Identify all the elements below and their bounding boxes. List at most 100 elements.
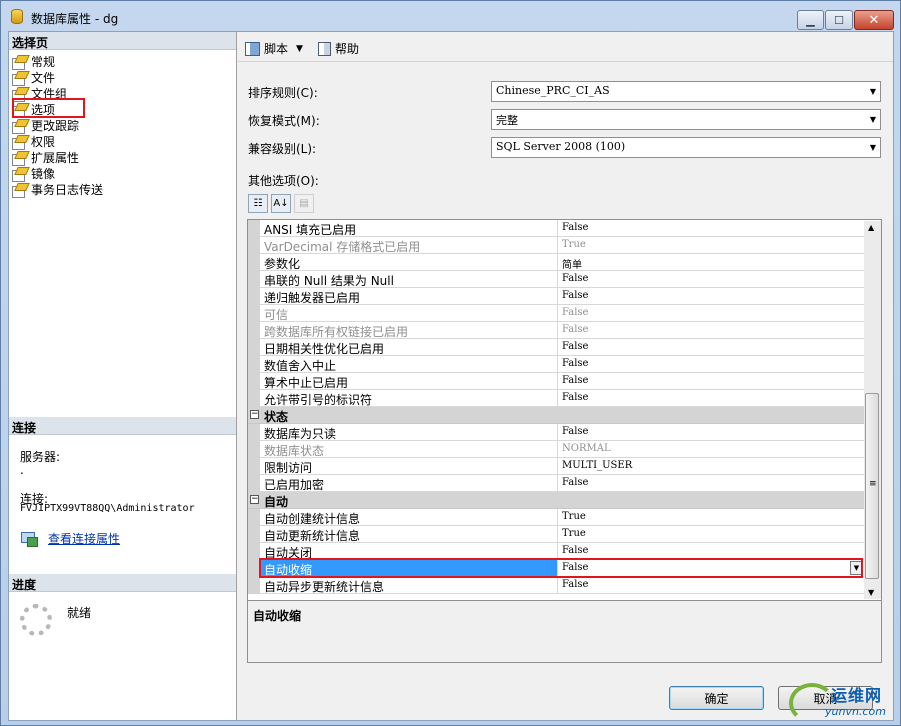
- property-name: 递归触发器已启用: [264, 291, 361, 305]
- property-value-text: False: [562, 273, 589, 284]
- property-row[interactable]: 自动更新统计信息 True: [248, 526, 864, 543]
- recovery-model-value: 完整: [496, 114, 518, 127]
- page-item[interactable]: 镜像: [12, 165, 103, 182]
- property-name: 限制访问: [264, 461, 313, 475]
- maximize-button[interactable]: ☐: [825, 10, 853, 30]
- page-item[interactable]: 事务日志传送: [12, 181, 103, 198]
- property-value[interactable]: False: [557, 288, 864, 304]
- property-grid: ANSI 填充已启用 False VarDecimal 存储格式已启用 True 参数化…: [247, 219, 882, 601]
- property-row[interactable]: 数值舍入中止 False: [248, 356, 864, 373]
- property-pages-icon: ▤: [299, 198, 309, 209]
- minimize-button[interactable]: ▁: [797, 10, 824, 30]
- page-icon: [12, 119, 27, 134]
- property-value[interactable]: False: [557, 271, 864, 287]
- close-button[interactable]: ✕: [854, 10, 894, 30]
- property-value[interactable]: False: [557, 373, 864, 389]
- property-value: False: [557, 305, 864, 321]
- page-item[interactable]: 常规: [12, 53, 103, 70]
- row-gutter: [248, 254, 260, 271]
- property-name: 数据库状态: [264, 444, 325, 458]
- view-connection-properties-link[interactable]: 查看连接属性: [48, 530, 120, 547]
- property-value[interactable]: False: [557, 424, 864, 440]
- property-pages-button[interactable]: ▤: [294, 194, 314, 213]
- chevron-down-icon[interactable]: ▼: [296, 44, 303, 54]
- property-row[interactable]: 数据库状态 NORMAL: [248, 441, 864, 458]
- collation-value: Chinese_PRC_CI_AS: [496, 84, 610, 97]
- property-value[interactable]: False: [557, 475, 864, 491]
- page-item[interactable]: 更改跟踪: [12, 117, 103, 134]
- property-row[interactable]: 允许带引号的标识符 False: [248, 390, 864, 407]
- progress-status: 就绪: [67, 606, 92, 620]
- property-value-text: True: [562, 511, 586, 522]
- category-name: 状态: [264, 410, 289, 424]
- page-icon: [12, 135, 27, 150]
- row-gutter: [248, 424, 260, 441]
- property-category[interactable]: − 自动: [248, 492, 864, 509]
- property-value[interactable]: 简单: [557, 254, 864, 271]
- row-gutter: [248, 509, 260, 526]
- help-button[interactable]: 帮助: [318, 40, 359, 57]
- scroll-down-icon[interactable]: ▼: [868, 588, 874, 597]
- property-row[interactable]: 递归触发器已启用 False: [248, 288, 864, 305]
- property-row[interactable]: 跨数据库所有权链接已启用 False: [248, 322, 864, 339]
- property-value: True: [557, 237, 864, 253]
- property-row[interactable]: 自动异步更新统计信息 False: [248, 577, 864, 594]
- row-gutter: [248, 526, 260, 543]
- collapse-icon[interactable]: −: [250, 410, 259, 419]
- property-value[interactable]: False: [557, 543, 864, 559]
- property-value[interactable]: MULTI_USER: [557, 458, 864, 474]
- server-value: .: [20, 463, 24, 477]
- dialog-client-area: 选择页 常规 文件 文件组 选项 更改跟踪 权限 扩展属性 镜像 事务日志传送 连接 服务器: …: [8, 31, 894, 721]
- property-value[interactable]: True: [557, 509, 864, 525]
- title-bar[interactable]: 数据库属性 - dg ▁ ☐ ✕: [1, 1, 900, 31]
- property-grid-scrollbar[interactable]: ▲ ≡ ▼: [864, 221, 881, 599]
- property-name: 已启用加密: [264, 478, 325, 492]
- property-rows: ANSI 填充已启用 False VarDecimal 存储格式已启用 True 参数化…: [248, 220, 864, 594]
- property-row[interactable]: VarDecimal 存储格式已启用 True: [248, 237, 864, 254]
- watermark-title: 运维网: [831, 686, 883, 705]
- property-value[interactable]: False: [557, 390, 864, 406]
- property-value[interactable]: True: [557, 526, 864, 542]
- property-row[interactable]: 限制访问 MULTI_USER: [248, 458, 864, 475]
- compatibility-level-value: SQL Server 2008 (100): [496, 140, 626, 153]
- property-row[interactable]: 串联的 Null 结果为 Null False: [248, 271, 864, 288]
- collapse-icon[interactable]: −: [250, 495, 259, 504]
- property-category[interactable]: − 状态: [248, 407, 864, 424]
- scrollbar-thumb[interactable]: ≡: [865, 393, 879, 579]
- property-row[interactable]: 参数化 简单: [248, 254, 864, 271]
- script-button[interactable]: 脚本 ▼: [245, 40, 303, 57]
- ok-button[interactable]: 确定: [669, 686, 764, 710]
- property-value-text: False: [562, 392, 589, 403]
- categorized-view-button[interactable]: ☷: [248, 194, 268, 213]
- property-value[interactable]: False: [557, 577, 864, 593]
- property-value[interactable]: False: [557, 356, 864, 372]
- property-value-text: False: [562, 290, 589, 301]
- property-row[interactable]: ANSI 填充已启用 False: [248, 220, 864, 237]
- page-item[interactable]: 扩展属性: [12, 149, 103, 166]
- database-icon: [11, 9, 23, 24]
- property-name: 算术中止已启用: [264, 376, 349, 390]
- scroll-up-icon[interactable]: ▲: [868, 223, 874, 232]
- property-row[interactable]: 可信 False: [248, 305, 864, 322]
- row-gutter: [248, 458, 260, 475]
- property-row[interactable]: 日期相关性优化已启用 False: [248, 339, 864, 356]
- connection-properties-icon: [21, 532, 38, 547]
- property-row[interactable]: 已启用加密 False: [248, 475, 864, 492]
- property-value[interactable]: False: [557, 220, 864, 236]
- alphabetical-view-button[interactable]: A↓: [271, 194, 291, 213]
- compatibility-level-select[interactable]: SQL Server 2008 (100) ▼: [491, 137, 881, 158]
- property-row[interactable]: 算术中止已启用 False: [248, 373, 864, 390]
- recovery-model-select[interactable]: 完整 ▼: [491, 109, 881, 130]
- property-value[interactable]: False: [557, 339, 864, 355]
- page-item[interactable]: 文件: [12, 69, 103, 86]
- toolbar: 脚本 ▼ 帮助: [238, 32, 893, 62]
- collation-select[interactable]: Chinese_PRC_CI_AS ▼: [491, 81, 881, 102]
- property-row[interactable]: 自动创建统计信息 True: [248, 509, 864, 526]
- page-item[interactable]: 权限: [12, 133, 103, 150]
- property-value-text: False: [562, 307, 589, 318]
- property-name: 数据库为只读: [264, 427, 337, 441]
- property-name: VarDecimal 存储格式已启用: [264, 240, 421, 254]
- property-row[interactable]: 数据库为只读 False: [248, 424, 864, 441]
- selected-page-annotation: [12, 98, 85, 118]
- property-value-text: False: [562, 375, 589, 386]
